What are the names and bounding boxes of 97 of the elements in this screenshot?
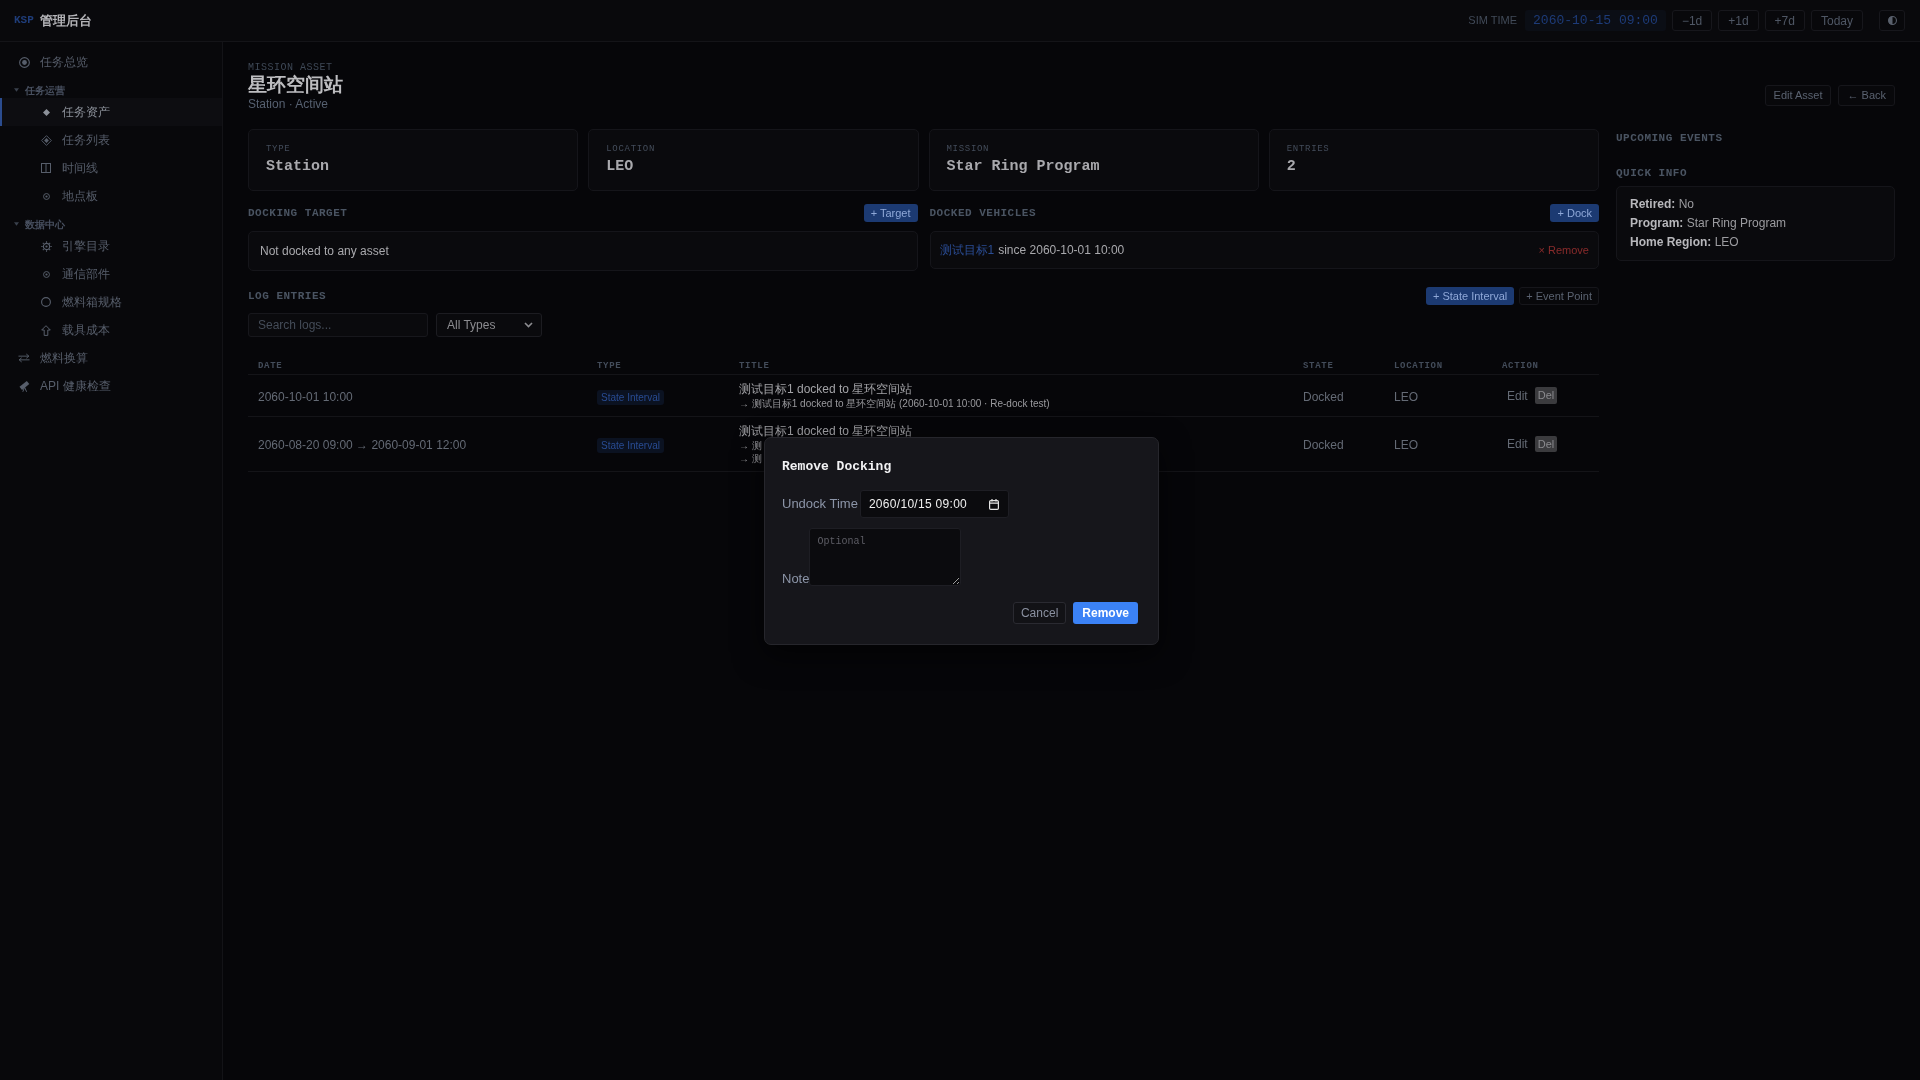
add-log-button[interactable]: + State Interval (1425, 287, 1515, 305)
info-line: Program: Star Ring Program (1630, 215, 1787, 232)
type-badge: State Interval (597, 389, 664, 405)
column-header: TITLE (739, 361, 770, 371)
edit-link[interactable]: Edit (1502, 386, 1533, 405)
nav-item[interactable]: 载具成本 (0, 316, 222, 344)
log-detail: → 测 (739, 439, 762, 452)
up-arrow-icon (41, 324, 51, 336)
datetime-field[interactable]: 2060/10/15 09:00 (859, 490, 1009, 518)
add-log-button[interactable]: + Event Point (1519, 287, 1599, 305)
time-step-button[interactable]: +7d (1764, 10, 1805, 31)
column-header: STATE (1303, 361, 1334, 371)
stat-value: 2 (1286, 157, 1296, 177)
info-line: Home Region: LEO (1630, 234, 1739, 251)
nav-item[interactable]: 任务资产 (0, 98, 222, 126)
log-detail: → 测试目标1 docked to 星环空间站 (2060-10-01 10:00 · Re-dock test) (739, 397, 1050, 410)
nav-item[interactable]: 燃料箱规格 (0, 288, 222, 316)
field-label: Note (782, 572, 810, 586)
log-title: 测试目标1 docked to 星环空间站 (739, 381, 913, 397)
field-label: Undock Time (782, 495, 858, 514)
app-title: 管理后台 (39, 11, 92, 30)
swap-arrows-icon (18, 353, 30, 363)
nav-item[interactable]: API 健康检查 (0, 372, 222, 400)
section-heading: DOCKING TARGET (248, 205, 348, 221)
nav-item[interactable]: 燃料换算 (0, 344, 222, 372)
state-cell: Docked (1303, 438, 1344, 452)
type-badge: State Interval (597, 438, 664, 453)
nav-group-header[interactable]: 数据中心 (0, 216, 65, 232)
nav-item[interactable]: 任务列表 (0, 126, 222, 154)
add-target-button[interactable]: + Target (863, 204, 918, 222)
sim-time-value: 2060-10-15 09:00 (1525, 10, 1666, 31)
logo-text: KSP (14, 13, 34, 29)
column-header: LOCATION (1394, 361, 1443, 371)
docked-since-text: since 2060-10-01 10:00 (998, 242, 1125, 259)
split-square-icon (41, 163, 51, 173)
dialog-title: Remove Docking (782, 458, 892, 476)
time-step-button[interactable]: +1d (1718, 10, 1759, 31)
ring-dot-icon (42, 192, 50, 200)
date-cell: 2060-10-01 10:00 (258, 389, 353, 404)
sim-time-label: SIM TIME (1468, 13, 1518, 29)
remove-link[interactable]: × Remove (1538, 241, 1589, 259)
log-title: 测试目标1 docked to 星环空间站 (739, 423, 913, 439)
delete-button[interactable]: Del (1534, 387, 1558, 404)
delete-button[interactable]: Del (1534, 435, 1558, 453)
search-field[interactable]: Search logs... (248, 313, 428, 337)
section-heading: DOCKED VEHICLES (929, 205, 1037, 221)
calendar-icon (988, 498, 999, 510)
theme-toggle-button[interactable] (1879, 10, 1905, 31)
eyebrow-label: MISSION ASSET (248, 61, 333, 74)
nav-item[interactable]: 通信部件 (0, 260, 222, 288)
contrast-icon (1887, 16, 1897, 25)
stat-value: Star Ring Program (946, 157, 1100, 177)
location-cell: LEO (1394, 438, 1418, 452)
nav-item[interactable]: 任务总览 (0, 48, 222, 76)
log-detail: → 测 (739, 452, 762, 465)
column-header: TYPE (597, 361, 622, 371)
edit-link[interactable]: Edit (1502, 435, 1533, 453)
asset-title: 星环空间站 (248, 74, 343, 96)
telescope-icon (18, 380, 30, 392)
asset-subtitle: Station · Active (248, 96, 329, 112)
target-icon (18, 56, 30, 68)
cancel-button[interactable]: Cancel (1012, 602, 1067, 624)
sun-icon (40, 240, 52, 252)
stat-value: Station (266, 157, 329, 177)
type-filter-dropdown[interactable]: All Types (436, 313, 542, 337)
info-line: Retired: No (1630, 196, 1695, 213)
location-cell: LEO (1394, 389, 1418, 404)
chevron-down-icon (524, 322, 533, 328)
stat-label: TYPE (266, 143, 291, 155)
time-step-button[interactable]: −1d (1671, 10, 1713, 31)
ring-dot-icon (42, 270, 50, 278)
nav-item[interactable]: 地点板 (0, 182, 222, 210)
state-cell: Docked (1303, 389, 1344, 404)
section-heading: QUICK INFO (1616, 167, 1687, 179)
section-heading: LOG ENTRIES (248, 288, 327, 304)
note-field[interactable]: Optional (809, 528, 962, 586)
edit-asset-button[interactable]: Edit Asset (1764, 85, 1832, 106)
section-heading: UPCOMING EVENTS (1616, 132, 1723, 144)
vehicle-link[interactable]: 测试目标1 (939, 241, 995, 259)
column-header: DATE (258, 361, 283, 371)
empty-state-text: Not docked to any asset (260, 243, 389, 260)
nav-group-header[interactable]: 任务运营 (0, 82, 65, 98)
nav-item[interactable]: 时间线 (0, 154, 222, 182)
stat-label: LOCATION (606, 143, 656, 155)
circle-icon (41, 297, 51, 307)
nested-diamond-icon (40, 134, 52, 146)
nav-item[interactable]: 引擎目录 (0, 232, 222, 260)
add-dock-button[interactable]: + Dock (1550, 204, 1599, 222)
time-step-button[interactable]: Today (1810, 10, 1863, 31)
stat-label: ENTRIES (1286, 143, 1330, 155)
diamond-icon (42, 108, 50, 116)
date-cell: 2060-08-20 09:00 → 2060-09-01 12:00 (258, 438, 467, 452)
remove-button[interactable]: Remove (1073, 602, 1138, 624)
column-header: ACTION (1502, 361, 1539, 371)
stat-label: MISSION (946, 143, 990, 155)
stat-value: LEO (606, 157, 634, 177)
back-button[interactable]: ← Back (1838, 85, 1895, 106)
